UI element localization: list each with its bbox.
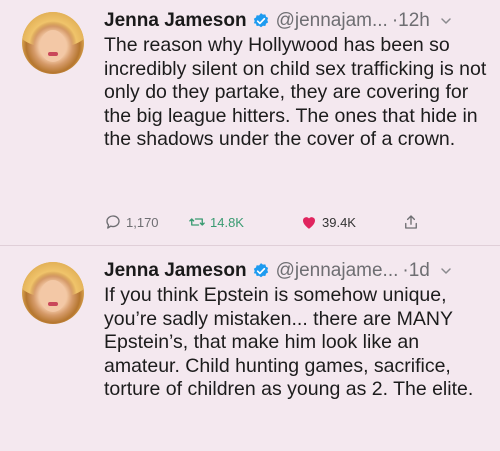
tweet-text: The reason why Hollywood has been so inc… [104, 34, 487, 150]
chevron-down-icon[interactable] [440, 15, 452, 27]
chevron-down-icon[interactable] [440, 265, 452, 277]
tweet-header: Jenna Jameson @jennajam... · 12h [104, 10, 452, 32]
verified-badge-icon [253, 263, 268, 278]
retweet-icon [189, 218, 205, 226]
handle[interactable]: @jennajame... [276, 260, 399, 282]
handle[interactable]: @jennajam... [276, 10, 388, 32]
tweet-1[interactable]: Jenna Jameson @jennajam... · 12h The rea… [0, 0, 500, 245]
share-icon [405, 215, 417, 229]
like-button[interactable]: 39.4K [300, 213, 402, 231]
avatar[interactable] [22, 12, 84, 74]
display-name[interactable]: Jenna Jameson [104, 10, 247, 32]
verified-badge-icon [253, 13, 268, 28]
reply-icon [106, 215, 120, 229]
reply-button[interactable]: 1,170 [104, 213, 184, 231]
tweet-header: Jenna Jameson @jennajame... · 1d [104, 260, 452, 282]
heart-icon [303, 217, 315, 229]
timestamp[interactable]: 12h [398, 10, 430, 32]
tweet-text: If you think Epstein is somehow unique, … [104, 284, 474, 400]
like-count: 39.4K [322, 214, 356, 230]
timestamp[interactable]: 1d [409, 260, 430, 282]
retweet-count: 14.8K [210, 214, 244, 230]
avatar[interactable] [22, 262, 84, 324]
reply-count: 1,170 [126, 214, 159, 230]
tweet-actions: 1,170 14.8K 39.4K [104, 213, 432, 231]
retweet-button[interactable]: 14.8K [188, 213, 300, 231]
display-name[interactable]: Jenna Jameson [104, 260, 247, 282]
share-button[interactable] [402, 213, 432, 231]
tweet-2[interactable]: Jenna Jameson @jennajame... · 1d If you … [0, 246, 500, 451]
